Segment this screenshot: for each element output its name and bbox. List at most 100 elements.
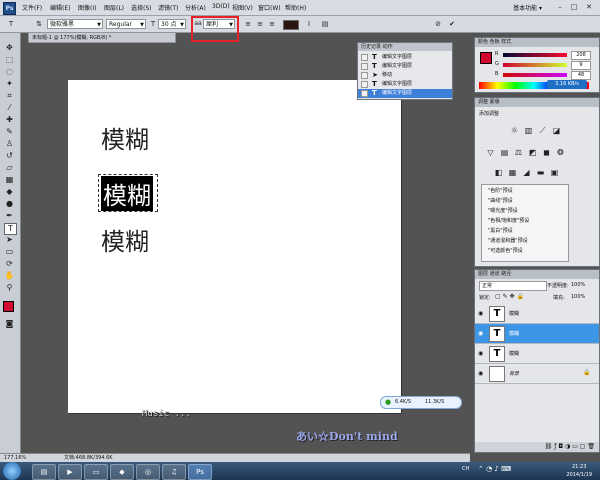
maximize-icon[interactable]: □ — [568, 2, 580, 12]
preset-item[interactable]: "色阶"预设 — [488, 187, 568, 195]
eye-icon[interactable]: ◉ — [478, 350, 483, 357]
text-color-swatch[interactable] — [283, 20, 299, 30]
blue-gradient[interactable] — [503, 73, 567, 77]
preset-item[interactable]: "可选颜色"预设 — [488, 247, 568, 255]
layer-row[interactable]: ◉ 背景 🔒 — [475, 364, 599, 384]
menu-window[interactable]: 窗口(W) — [258, 3, 281, 12]
menu-3d[interactable]: 3D(D) — [212, 3, 230, 10]
preset-item[interactable]: "通道混和器"预设 — [488, 237, 568, 245]
history-brush-tool-icon[interactable]: ↺ — [4, 151, 15, 161]
history-panel-tabs[interactable]: 历史记录 动作 — [358, 43, 452, 51]
menu-layer[interactable]: 图层(L) — [104, 3, 124, 12]
foreground-color-swatch[interactable] — [3, 301, 14, 312]
menu-select[interactable]: 选择(S) — [131, 3, 152, 12]
clone-stamp-tool-icon[interactable]: ♙ — [4, 139, 15, 149]
levels-icon[interactable]: ▥ — [523, 126, 534, 136]
text-tool-icon[interactable]: T — [4, 223, 17, 235]
menu-view[interactable]: 视图(V) — [232, 3, 253, 12]
healing-brush-tool-icon[interactable]: ✚ — [4, 115, 15, 125]
history-checkbox[interactable] — [361, 90, 368, 97]
adjustment-layer-icon[interactable]: ◑ — [565, 443, 570, 450]
file-explorer-icon[interactable]: ▤ — [32, 464, 56, 480]
color-balance-icon[interactable]: ⚖ — [513, 148, 524, 158]
system-clock[interactable]: 21:23 2014/1/19 — [566, 463, 592, 479]
foreground-color-swatch[interactable] — [480, 52, 492, 64]
layer-row[interactable]: ◉ T 模糊 — [475, 304, 599, 324]
eraser-tool-icon[interactable]: ▱ — [4, 163, 15, 173]
character-panel-icon[interactable]: ▤ — [320, 19, 330, 29]
menu-edit[interactable]: 编辑(E) — [50, 3, 70, 12]
folder-icon[interactable]: ▭ — [84, 464, 108, 480]
layer-row[interactable]: ◉ T 模糊 — [475, 344, 599, 364]
media-player-icon[interactable]: ▶ — [58, 464, 82, 480]
photoshop-taskbar-icon[interactable]: Ps — [188, 464, 212, 480]
history-item[interactable]: T 编辑文字图层 — [358, 80, 452, 89]
layer-row-selected[interactable]: ◉ T 模糊 — [475, 324, 599, 344]
preset-item[interactable]: "黑白"预设 — [488, 227, 568, 235]
mask-icon[interactable]: ◘ — [558, 443, 563, 450]
posterize-icon[interactable]: ▦ — [507, 168, 518, 178]
close-icon[interactable]: ✕ — [583, 2, 595, 12]
red-slider[interactable]: R 208 — [495, 51, 595, 60]
curves-icon[interactable]: ⟋ — [537, 126, 548, 136]
invert-icon[interactable]: ◧ — [493, 168, 504, 178]
font-style-select[interactable]: Regular ▼ — [106, 19, 146, 29]
lasso-tool-icon[interactable]: ◌ — [4, 67, 15, 77]
orientation-icon[interactable]: ⇅ — [34, 19, 44, 29]
align-center-icon[interactable]: ≡ — [255, 19, 265, 29]
hand-tool-icon[interactable]: ✋ — [4, 271, 15, 281]
quick-mask-icon[interactable]: ◙ — [4, 319, 15, 329]
eye-icon[interactable]: ◉ — [478, 330, 483, 337]
brightness-icon[interactable]: ☼ — [509, 126, 520, 136]
canvas-text-layer-bottom[interactable]: 模糊 — [101, 222, 149, 257]
eye-icon[interactable]: ◉ — [478, 370, 483, 377]
font-size-select[interactable]: 30 点 ▼ — [158, 19, 186, 29]
vibrance-icon[interactable]: ▽ — [485, 148, 496, 158]
history-item-selected[interactable]: T 编辑文字图层 — [358, 89, 452, 98]
blue-value[interactable]: 48 — [571, 71, 591, 80]
3d-rotate-tool-icon[interactable]: ⟳ — [4, 259, 15, 269]
history-checkbox[interactable] — [361, 72, 368, 79]
fill-value[interactable]: 100% — [571, 294, 585, 300]
history-item[interactable]: ➤ 移动 — [358, 71, 452, 80]
blue-slider[interactable]: B 48 — [495, 71, 595, 80]
cancel-icon[interactable]: ⊘ — [433, 19, 443, 29]
preset-item[interactable]: "曝光度"预设 — [488, 207, 568, 215]
layers-panel-tabs[interactable]: 图层 通道 路径 — [475, 270, 599, 279]
gradient-tool-icon[interactable]: ▦ — [4, 175, 15, 185]
channel-mixer-icon[interactable]: ❂ — [555, 148, 566, 158]
path-selection-tool-icon[interactable]: ➤ — [4, 235, 15, 245]
blend-mode-select[interactable]: 正常 — [479, 281, 547, 291]
crop-tool-icon[interactable]: ⌗ — [4, 91, 15, 101]
green-value[interactable]: 9 — [571, 61, 591, 70]
zoom-tool-icon[interactable]: ⚲ — [4, 283, 15, 293]
canvas-text-layer-top[interactable]: 模糊 — [101, 120, 149, 155]
minimize-icon[interactable]: – — [554, 2, 566, 12]
red-gradient[interactable] — [503, 53, 567, 57]
document-tab[interactable]: 未标题-1 @ 177%(模糊, RGB/8) * — [28, 32, 176, 43]
language-indicator[interactable]: CH — [462, 466, 469, 472]
menu-file[interactable]: 文件(F) — [22, 3, 42, 12]
align-right-icon[interactable]: ≡ — [267, 19, 277, 29]
eyedropper-tool-icon[interactable]: ⁄ — [4, 103, 15, 113]
threshold-icon[interactable]: ◢ — [521, 168, 532, 178]
eye-icon[interactable]: ◉ — [478, 310, 483, 317]
marquee-tool-icon[interactable]: ⬚ — [4, 55, 15, 65]
gradient-map-icon[interactable]: ▬ — [535, 168, 546, 178]
history-checkbox[interactable] — [361, 54, 368, 61]
magic-wand-tool-icon[interactable]: ✦ — [4, 79, 15, 89]
history-item[interactable]: T 编辑文字图层 — [358, 62, 452, 71]
brush-tool-icon[interactable]: ✎ — [4, 127, 15, 137]
trash-icon[interactable]: 🗑 — [587, 443, 595, 450]
align-left-icon[interactable]: ≡ — [243, 19, 253, 29]
adjustments-panel-tabs[interactable]: 调整 蒙版 — [475, 98, 599, 107]
history-checkbox[interactable] — [361, 81, 368, 88]
menu-image[interactable]: 图像(I) — [78, 3, 96, 12]
menu-filter[interactable]: 滤镜(T) — [158, 3, 178, 12]
music-app-icon[interactable]: ♫ — [162, 464, 186, 480]
workspace-switcher[interactable]: 基本功能 ▾ — [513, 3, 542, 12]
group-icon[interactable]: ▭ — [572, 443, 578, 450]
opacity-value[interactable]: 100% — [571, 282, 585, 288]
document-canvas[interactable]: 模糊 模糊 模糊 — [68, 80, 401, 413]
menu-help[interactable]: 帮助(H) — [285, 3, 306, 12]
